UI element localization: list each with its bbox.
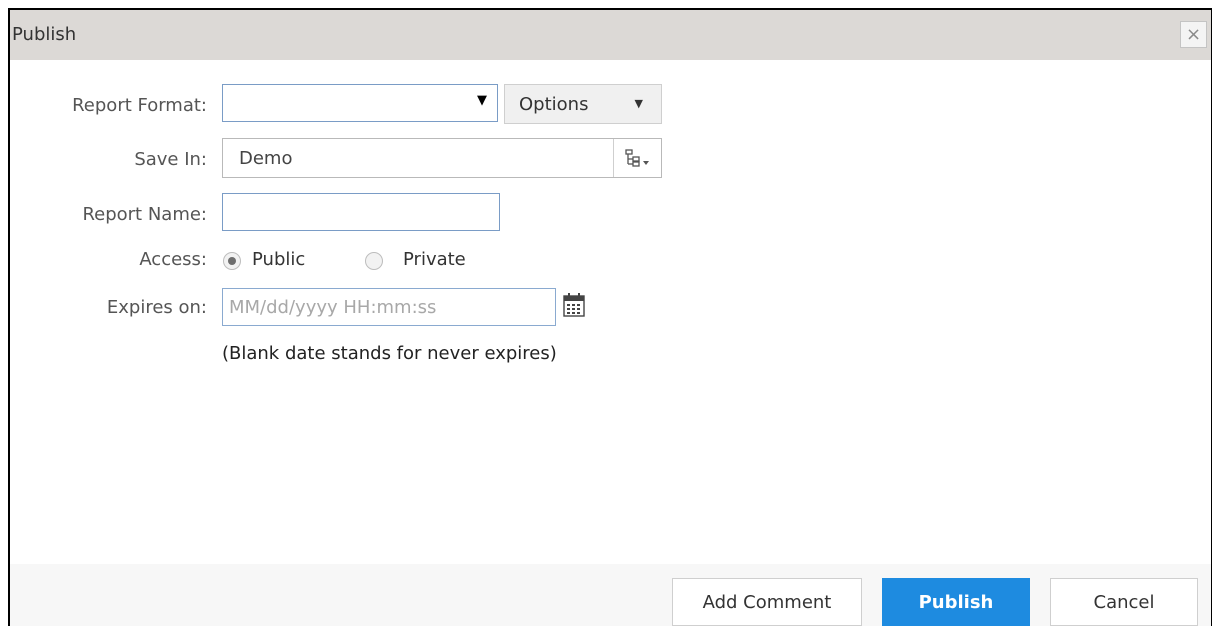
dialog-footer — [10, 564, 1211, 626]
expiry-hint: (Blank date stands for never expires) — [222, 343, 557, 364]
access-public-radio[interactable] — [223, 252, 241, 270]
publish-button[interactable]: Publish — [882, 578, 1030, 626]
access-public-label[interactable]: Public — [252, 249, 305, 270]
report-name-input[interactable] — [222, 193, 500, 231]
save-in-field[interactable]: Demo — [222, 138, 662, 178]
report-format-select[interactable]: ▼ — [222, 84, 498, 122]
tree-folder-icon — [625, 149, 649, 167]
cancel-button[interactable]: Cancel — [1050, 578, 1198, 626]
calendar-icon[interactable] — [563, 292, 585, 320]
access-label: Access: — [139, 249, 207, 270]
expires-on-input[interactable] — [222, 288, 556, 326]
save-in-value: Demo — [239, 148, 293, 169]
dropdown-arrow-icon: ▼ — [477, 93, 487, 108]
access-private-label[interactable]: Private — [403, 249, 466, 270]
save-in-label: Save In: — [134, 149, 207, 170]
close-button[interactable]: × — [1180, 21, 1207, 48]
dialog-titlebar: Publish × — [10, 10, 1211, 60]
add-comment-button[interactable]: Add Comment — [672, 578, 862, 626]
options-button-label: Options — [519, 94, 589, 115]
report-name-label: Report Name: — [82, 204, 207, 225]
folder-tree-button[interactable] — [613, 139, 661, 177]
publish-dialog: Publish × Report Format: ▼ Options ▼ Sav… — [8, 8, 1212, 626]
options-button[interactable]: Options ▼ — [504, 84, 662, 124]
dialog-title: Publish — [12, 24, 77, 45]
chevron-down-icon: ▼ — [634, 97, 643, 110]
access-private-radio[interactable] — [365, 252, 383, 270]
report-format-label: Report Format: — [72, 95, 207, 116]
close-icon: × — [1185, 24, 1202, 45]
expires-on-label: Expires on: — [106, 297, 207, 318]
